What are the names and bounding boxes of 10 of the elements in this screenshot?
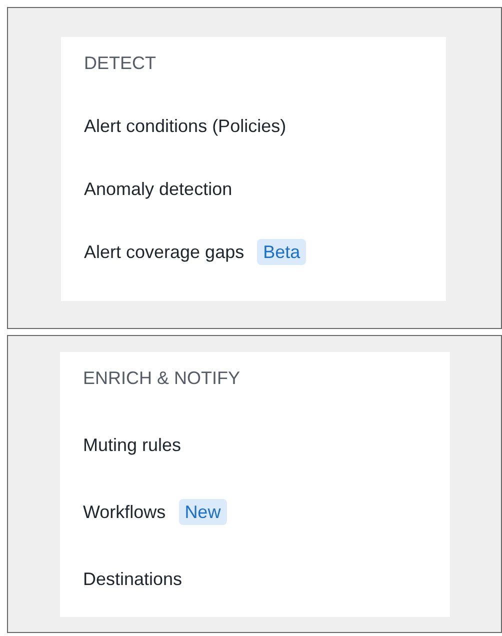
status-badge: New bbox=[178, 499, 227, 525]
menu-link[interactable]: Muting rules bbox=[83, 433, 182, 457]
menu-link[interactable]: Alert conditions (Policies) bbox=[84, 114, 286, 138]
menu-link[interactable]: Workflows bbox=[83, 500, 166, 524]
status-badge: Beta bbox=[257, 239, 306, 265]
section-heading: ENRICH & NOTIFY bbox=[83, 367, 242, 390]
section-heading: DETECT bbox=[84, 52, 157, 75]
menu-link[interactable]: Anomaly detection bbox=[84, 177, 232, 201]
menu-link[interactable]: Destinations bbox=[83, 567, 182, 591]
menu-link[interactable]: Alert coverage gaps bbox=[84, 240, 244, 264]
